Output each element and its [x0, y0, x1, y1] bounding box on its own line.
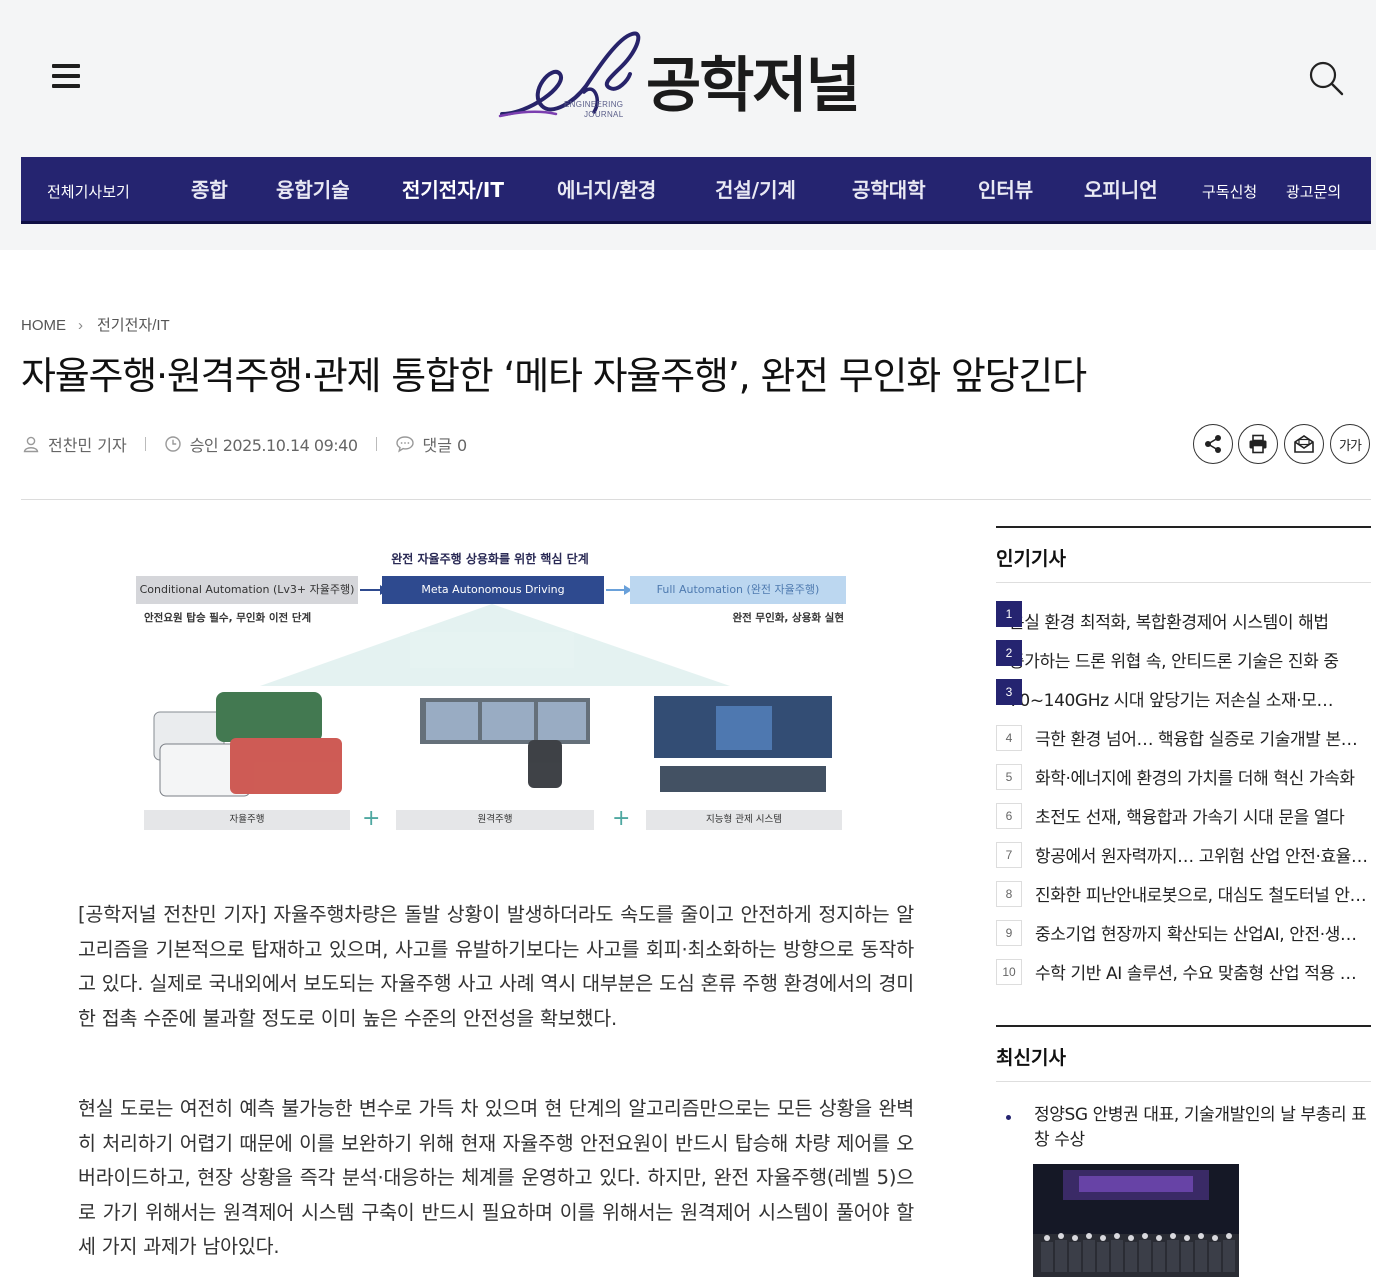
popular-item-title[interactable]: 중소기업 현장까지 확산되는 산업AI, 안전·생산성 향상	[1035, 920, 1369, 945]
comment-count[interactable]: 댓글 0	[423, 432, 468, 456]
popular-item-title[interactable]: 진화한 피난안내로봇으로, 대심도 철도터널 안전 강화	[1035, 881, 1369, 906]
rank-badge: 1	[996, 601, 1022, 627]
popular-heading: 인기기사	[996, 526, 1371, 583]
rank-badge: 6	[996, 802, 1022, 829]
email-icon[interactable]	[1284, 424, 1324, 464]
nav-item-convergence[interactable]: 융합기술	[276, 157, 350, 224]
logo-subtext-line2: JOURNAL	[584, 110, 624, 119]
nav-item-opinion[interactable]: 오피니언	[1084, 157, 1158, 224]
site-logo[interactable]: ENGINEERING JOURNAL 공학저널	[498, 28, 898, 128]
popular-item[interactable]: 7 항공에서 원자력까지… 고위험 산업 안전·효율 높인다	[996, 835, 1371, 874]
comment-icon	[395, 436, 414, 453]
popular-item[interactable]: 2 증가하는 드론 위협 속, 안티드론 기술은 진화 중	[996, 640, 1371, 679]
popular-item[interactable]: 8 진화한 피난안내로봇으로, 대심도 철도터널 안전 강화	[996, 874, 1371, 913]
popular-item[interactable]: 10 수학 기반 AI 솔루션, 수요 맞춤형 산업 적용 확대	[996, 952, 1371, 991]
rank-badge: 4	[996, 724, 1022, 751]
popular-articles: 인기기사 1 온실 환경 최적화, 복합환경제어 시스템이 해법 2 증가하는 드론…	[996, 526, 1371, 985]
rank-badge: 8	[996, 880, 1022, 907]
nav-item-electric-it[interactable]: 전기전자/IT	[402, 157, 504, 224]
logo-subtext: ENGINEERING JOURNAL	[564, 100, 623, 120]
article-figure: 완전 자율주행 상용화를 위한 핵심 단계 Conditional Automa…	[130, 540, 850, 845]
breadcrumb: HOME › 전기전자/IT	[21, 314, 170, 335]
nav-item-energy[interactable]: 에너지/환경	[557, 157, 656, 224]
article-paragraph: 현실 도로는 여전히 예측 불가능한 변수로 가득 차 있으며 현 단계의 알고…	[78, 1097, 914, 1258]
nav-item-university[interactable]: 공학대학	[852, 157, 926, 224]
approved-date: 승인 2025.10.14 09:40	[189, 436, 358, 455]
popular-item-title[interactable]: 극한 환경 넘어… 핵융합 실증로 기술개발 본격화	[1035, 725, 1369, 750]
article-tools: 가가	[1192, 424, 1372, 464]
user-icon	[23, 436, 39, 453]
latest-item-thumbnail[interactable]	[1033, 1164, 1239, 1277]
clock-icon	[164, 436, 181, 452]
figure-title: 완전 자율주행 상용화를 위한 핵심 단계	[391, 552, 589, 566]
popular-item[interactable]: 6 초전도 선재, 핵융합과 가속기 시대 문을 열다	[996, 796, 1371, 835]
autonomous-bus-photo	[140, 686, 350, 800]
figure-label-3: 지능형 관제 시스템	[646, 810, 842, 830]
divider	[21, 499, 1371, 500]
popular-item-title[interactable]: 증가하는 드론 위협 속, 안티드론 기술은 진화 중	[1009, 647, 1343, 672]
site-header: ENGINEERING JOURNAL 공학저널 전체기사보기 종합 융합기술 …	[0, 0, 1376, 250]
figure-stage-2: Meta Autonomous Driving	[382, 576, 604, 604]
article-title: 자율주행·원격주행·관제 통합한 ‘메타 자율주행’, 완전 무인화 앞당긴다	[21, 354, 1087, 398]
article-paragraph: [공학저널 전찬민 기자] 자율주행차량은 돌발 상황이 발생하더라도 속도를 …	[78, 903, 914, 1030]
menu-icon[interactable]	[52, 64, 80, 90]
logo-subtext-line1: ENGINEERING	[564, 100, 624, 109]
breadcrumb-chevron-icon: ›	[78, 317, 83, 334]
figure-stage-3: Full Automation (완전 자율주행)	[630, 576, 846, 604]
popular-item-title[interactable]: 항공에서 원자력까지… 고위험 산업 안전·효율 높인다	[1035, 842, 1369, 867]
popular-item[interactable]: 1 온실 환경 최적화, 복합환경제어 시스템이 해법	[996, 601, 1371, 640]
rank-badge: 5	[996, 763, 1022, 790]
nav-ad-inquiry[interactable]: 광고문의	[1286, 159, 1341, 226]
nav-item-general[interactable]: 종합	[191, 157, 228, 224]
rank-badge: 2	[996, 640, 1022, 666]
latest-articles: 최신기사 정양SG 안병권 대표, 기술개발인의 날 부총리 표창 수상	[996, 1025, 1371, 1277]
popular-item-title[interactable]: 수학 기반 AI 솔루션, 수요 맞춤형 산업 적용 확대	[1035, 959, 1369, 984]
plus-icon: +	[612, 806, 631, 831]
plus-icon: +	[362, 806, 381, 831]
popular-item-title[interactable]: 초전도 선재, 핵융합과 가속기 시대 문을 열다	[1035, 803, 1369, 828]
breadcrumb-section[interactable]: 전기전자/IT	[97, 317, 170, 334]
popular-item[interactable]: 3 70~140GHz 시대 앞당기는 저손실 소재·모듈 기술	[996, 679, 1371, 718]
figure-stage-3-sub: 완전 무인화, 상용화 실현	[732, 612, 844, 624]
latest-heading: 최신기사	[996, 1025, 1371, 1082]
article-info: 전찬민 기자 승인 2025.10.14 09:40 댓글 0	[22, 432, 467, 456]
popular-item[interactable]: 4 극한 환경 넘어… 핵융합 실증로 기술개발 본격화	[996, 718, 1371, 757]
popular-item[interactable]: 9 중소기업 현장까지 확산되는 산업AI, 안전·생산성 향상	[996, 913, 1371, 952]
divider	[375, 437, 377, 451]
popular-item-title[interactable]: 70~140GHz 시대 앞당기는 저손실 소재·모듈 기술	[1009, 686, 1343, 711]
rank-badge: 3	[996, 679, 1022, 705]
control-center-photo	[644, 686, 842, 800]
popular-item-title[interactable]: 온실 환경 최적화, 복합환경제어 시스템이 해법	[1009, 608, 1343, 633]
figure-stage-1: Conditional Automation (Lv3+ 자율주행)	[136, 576, 358, 604]
remote-driving-photo	[396, 686, 594, 800]
latest-item-title[interactable]: 정양SG 안병권 대표, 기술개발인의 날 부총리 표창 수상	[1034, 1103, 1371, 1153]
nav-item-construction[interactable]: 건설/기계	[715, 157, 796, 224]
divider	[144, 437, 146, 451]
main-nav: 전체기사보기 종합 융합기술 전기전자/IT 에너지/환경 건설/기계 공학대학…	[21, 157, 1371, 224]
popular-item-title[interactable]: 화학·에너지에 환경의 가치를 더해 혁신 가속화	[1035, 764, 1369, 789]
bullet-icon	[1006, 1115, 1011, 1120]
nav-subscribe[interactable]: 구독신청	[1202, 159, 1257, 226]
rank-badge: 10	[996, 958, 1022, 985]
font-size-label: 가가	[1339, 438, 1362, 454]
reporter-name: 전찬민 기자	[48, 436, 127, 455]
popular-item[interactable]: 5 화학·에너지에 환경의 가치를 더해 혁신 가속화	[996, 757, 1371, 796]
share-icon[interactable]	[1193, 424, 1233, 464]
logo-title: 공학저널	[646, 51, 861, 121]
breadcrumb-home[interactable]: HOME	[21, 317, 66, 334]
print-icon[interactable]	[1238, 424, 1278, 464]
figure-label-1: 자율주행	[144, 810, 350, 830]
search-icon[interactable]	[1306, 58, 1346, 98]
figure-stage-1-sub: 안전요원 탑승 필수, 무인화 이전 단계	[144, 612, 312, 624]
rank-badge: 9	[996, 919, 1022, 946]
rank-badge: 7	[996, 841, 1022, 868]
nav-all-articles[interactable]: 전체기사보기	[47, 159, 130, 226]
font-size-icon[interactable]: 가가	[1330, 424, 1370, 464]
nav-item-interview[interactable]: 인터뷰	[978, 157, 1033, 224]
figure-label-2: 원격주행	[396, 810, 594, 830]
